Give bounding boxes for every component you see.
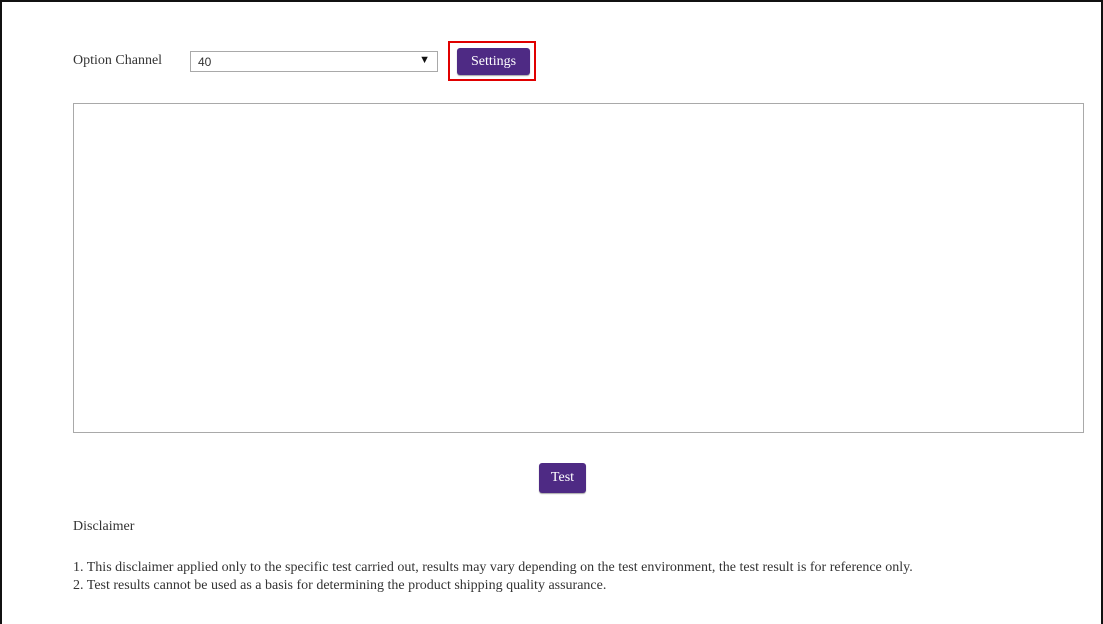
- disclaimer-line: 2. Test results cannot be used as a basi…: [73, 578, 607, 593]
- option-channel-select[interactable]: 40 ▼: [190, 51, 438, 72]
- disclaimer-line: 1. This disclaimer applied only to the s…: [73, 560, 913, 575]
- option-channel-value: 40: [198, 55, 212, 69]
- test-button[interactable]: Test: [539, 463, 586, 493]
- option-channel-label: Option Channel: [73, 53, 163, 68]
- settings-button[interactable]: Settings: [457, 48, 530, 75]
- disclaimer-title: Disclaimer: [73, 519, 135, 534]
- test-output-area[interactable]: [73, 103, 1084, 433]
- caret-down-icon: ▼: [419, 54, 430, 66]
